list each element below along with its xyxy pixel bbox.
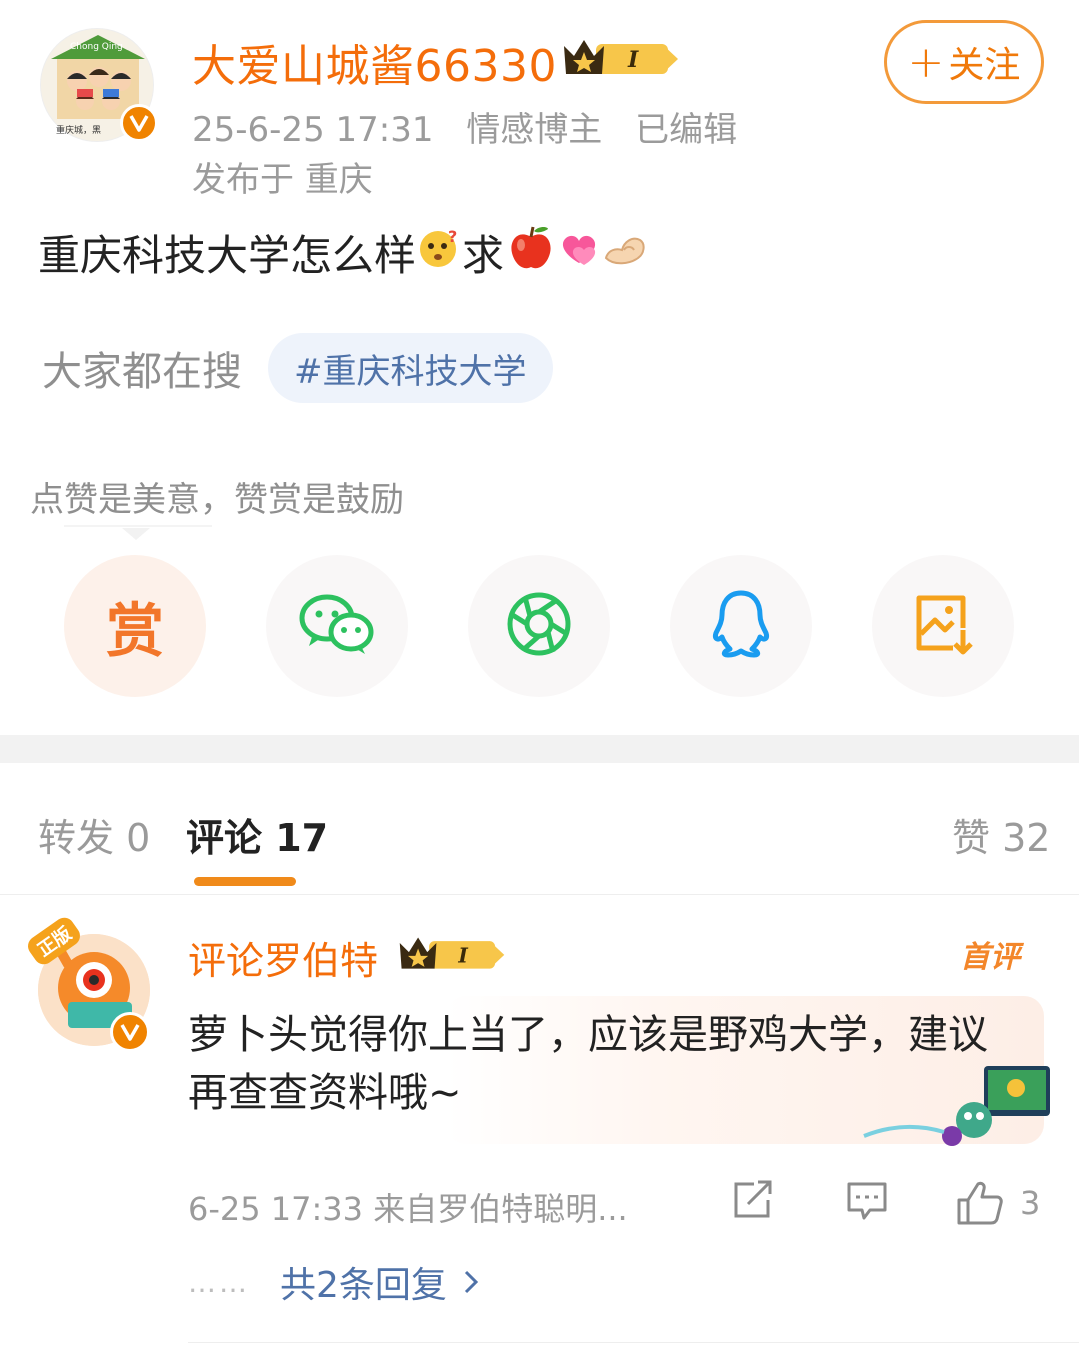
- apple-emoji-icon: [506, 223, 556, 283]
- comment-meta: 6-25 17:33 来自罗伯特聪明...: [188, 1190, 628, 1228]
- interaction-tabs: 转发 0 评论 17 赞 32: [0, 763, 1079, 895]
- like-comment-button[interactable]: [956, 1180, 1004, 1230]
- section-divider: [0, 735, 1079, 763]
- comment-divider: [188, 1342, 1079, 1343]
- share-row: 赏: [0, 555, 1079, 697]
- qq-icon: [710, 589, 772, 663]
- commenter-name[interactable]: 评论罗伯特: [188, 930, 378, 985]
- moments-icon: [505, 590, 573, 662]
- post-card: Chong Qing 重庆城，黑 大爱山城酱66330 I 25-6-25 17…: [0, 0, 1079, 735]
- hint-arrow-icon: [122, 528, 150, 540]
- commenter-avatar[interactable]: 正版: [24, 912, 154, 1052]
- share-out-icon: [734, 1180, 772, 1218]
- hot-search-tag[interactable]: #重庆科技大学: [268, 333, 553, 403]
- replies-count-label: 共2条回复: [280, 1265, 447, 1306]
- commenter-verified-icon: [110, 1012, 150, 1052]
- thumbs-up-icon: [957, 1181, 1003, 1225]
- verified-badge-icon: [120, 104, 158, 142]
- tab-likes[interactable]: 赞 32: [952, 807, 1050, 862]
- chevron-right-icon: [464, 1270, 479, 1294]
- vip-level: I: [627, 47, 639, 73]
- post-time: 25-6-25 17:31: [192, 110, 434, 150]
- svg-text:?: ?: [448, 227, 457, 246]
- reward-hint: 点赞是美意，赞赏是鼓励: [30, 480, 404, 520]
- hint-divider: [64, 525, 212, 527]
- first-comment-badge: 首评: [960, 940, 1020, 975]
- moments-share-button[interactable]: [468, 555, 610, 697]
- qq-share-button[interactable]: [670, 555, 812, 697]
- avatar-caption-top: Chong Qing: [70, 42, 123, 52]
- hot-search-row: 大家都在搜 #重庆科技大学: [42, 333, 553, 403]
- comment-like-count: 3: [1020, 1184, 1041, 1222]
- wechat-share-button[interactable]: [266, 555, 408, 697]
- view-replies-link[interactable]: …… 共2条回复: [188, 1256, 479, 1308]
- post-location: 发布于 重庆: [192, 160, 373, 200]
- follow-label: 关注: [948, 45, 1021, 86]
- hot-search-label: 大家都在搜: [42, 349, 242, 395]
- reply-comment-button[interactable]: [846, 1180, 888, 1226]
- vip-crown-icon: I: [562, 34, 680, 86]
- comment-item: 正版 评论罗伯特 I 首评 萝卜头觉得你上当了，应该是野鸡大学，建议再查查资料哦…: [0, 896, 1079, 1347]
- wechat-icon: [299, 592, 375, 660]
- active-tab-indicator: [194, 877, 296, 886]
- tab-comments[interactable]: 评论 17: [186, 807, 328, 862]
- edited-label[interactable]: 已编辑: [635, 110, 737, 150]
- reward-label: 赏: [105, 597, 164, 665]
- commenter-vip-level: I: [457, 943, 468, 967]
- commenter-vip-crown-icon: I: [396, 932, 508, 980]
- author-avatar[interactable]: Chong Qing 重庆城，黑: [40, 28, 158, 144]
- post-meta: 25-6-25 17:31 情感博主 已编辑: [192, 102, 759, 151]
- follow-button[interactable]: + 关注: [884, 20, 1044, 104]
- replies-dots: ……: [188, 1265, 250, 1299]
- post-text: 重庆科技大学怎么样: [38, 231, 417, 280]
- flex-arm-emoji-icon: [602, 228, 648, 278]
- save-image-icon: [913, 592, 973, 660]
- post-text-tail: 求: [462, 231, 505, 280]
- confused-face-emoji-icon: ?: [418, 226, 462, 280]
- comment-text: 萝卜头觉得你上当了，应该是野鸡大学，建议再查查资料哦~: [188, 1012, 988, 1116]
- author-role: 情感博主: [466, 110, 603, 150]
- plus-icon: +: [907, 36, 945, 88]
- author-name[interactable]: 大爱山城酱66330: [192, 30, 557, 94]
- reward-button[interactable]: 赏: [64, 555, 206, 697]
- post-content: 重庆科技大学怎么样 ? 求: [38, 222, 648, 283]
- tab-reposts[interactable]: 转发 0: [38, 807, 150, 862]
- save-image-button[interactable]: [872, 555, 1014, 697]
- repost-comment-button[interactable]: [732, 1180, 774, 1224]
- heart-emoji-icon: [558, 227, 600, 279]
- avatar-caption-bottom: 重庆城，黑: [56, 126, 102, 136]
- comment-icon: [847, 1182, 887, 1220]
